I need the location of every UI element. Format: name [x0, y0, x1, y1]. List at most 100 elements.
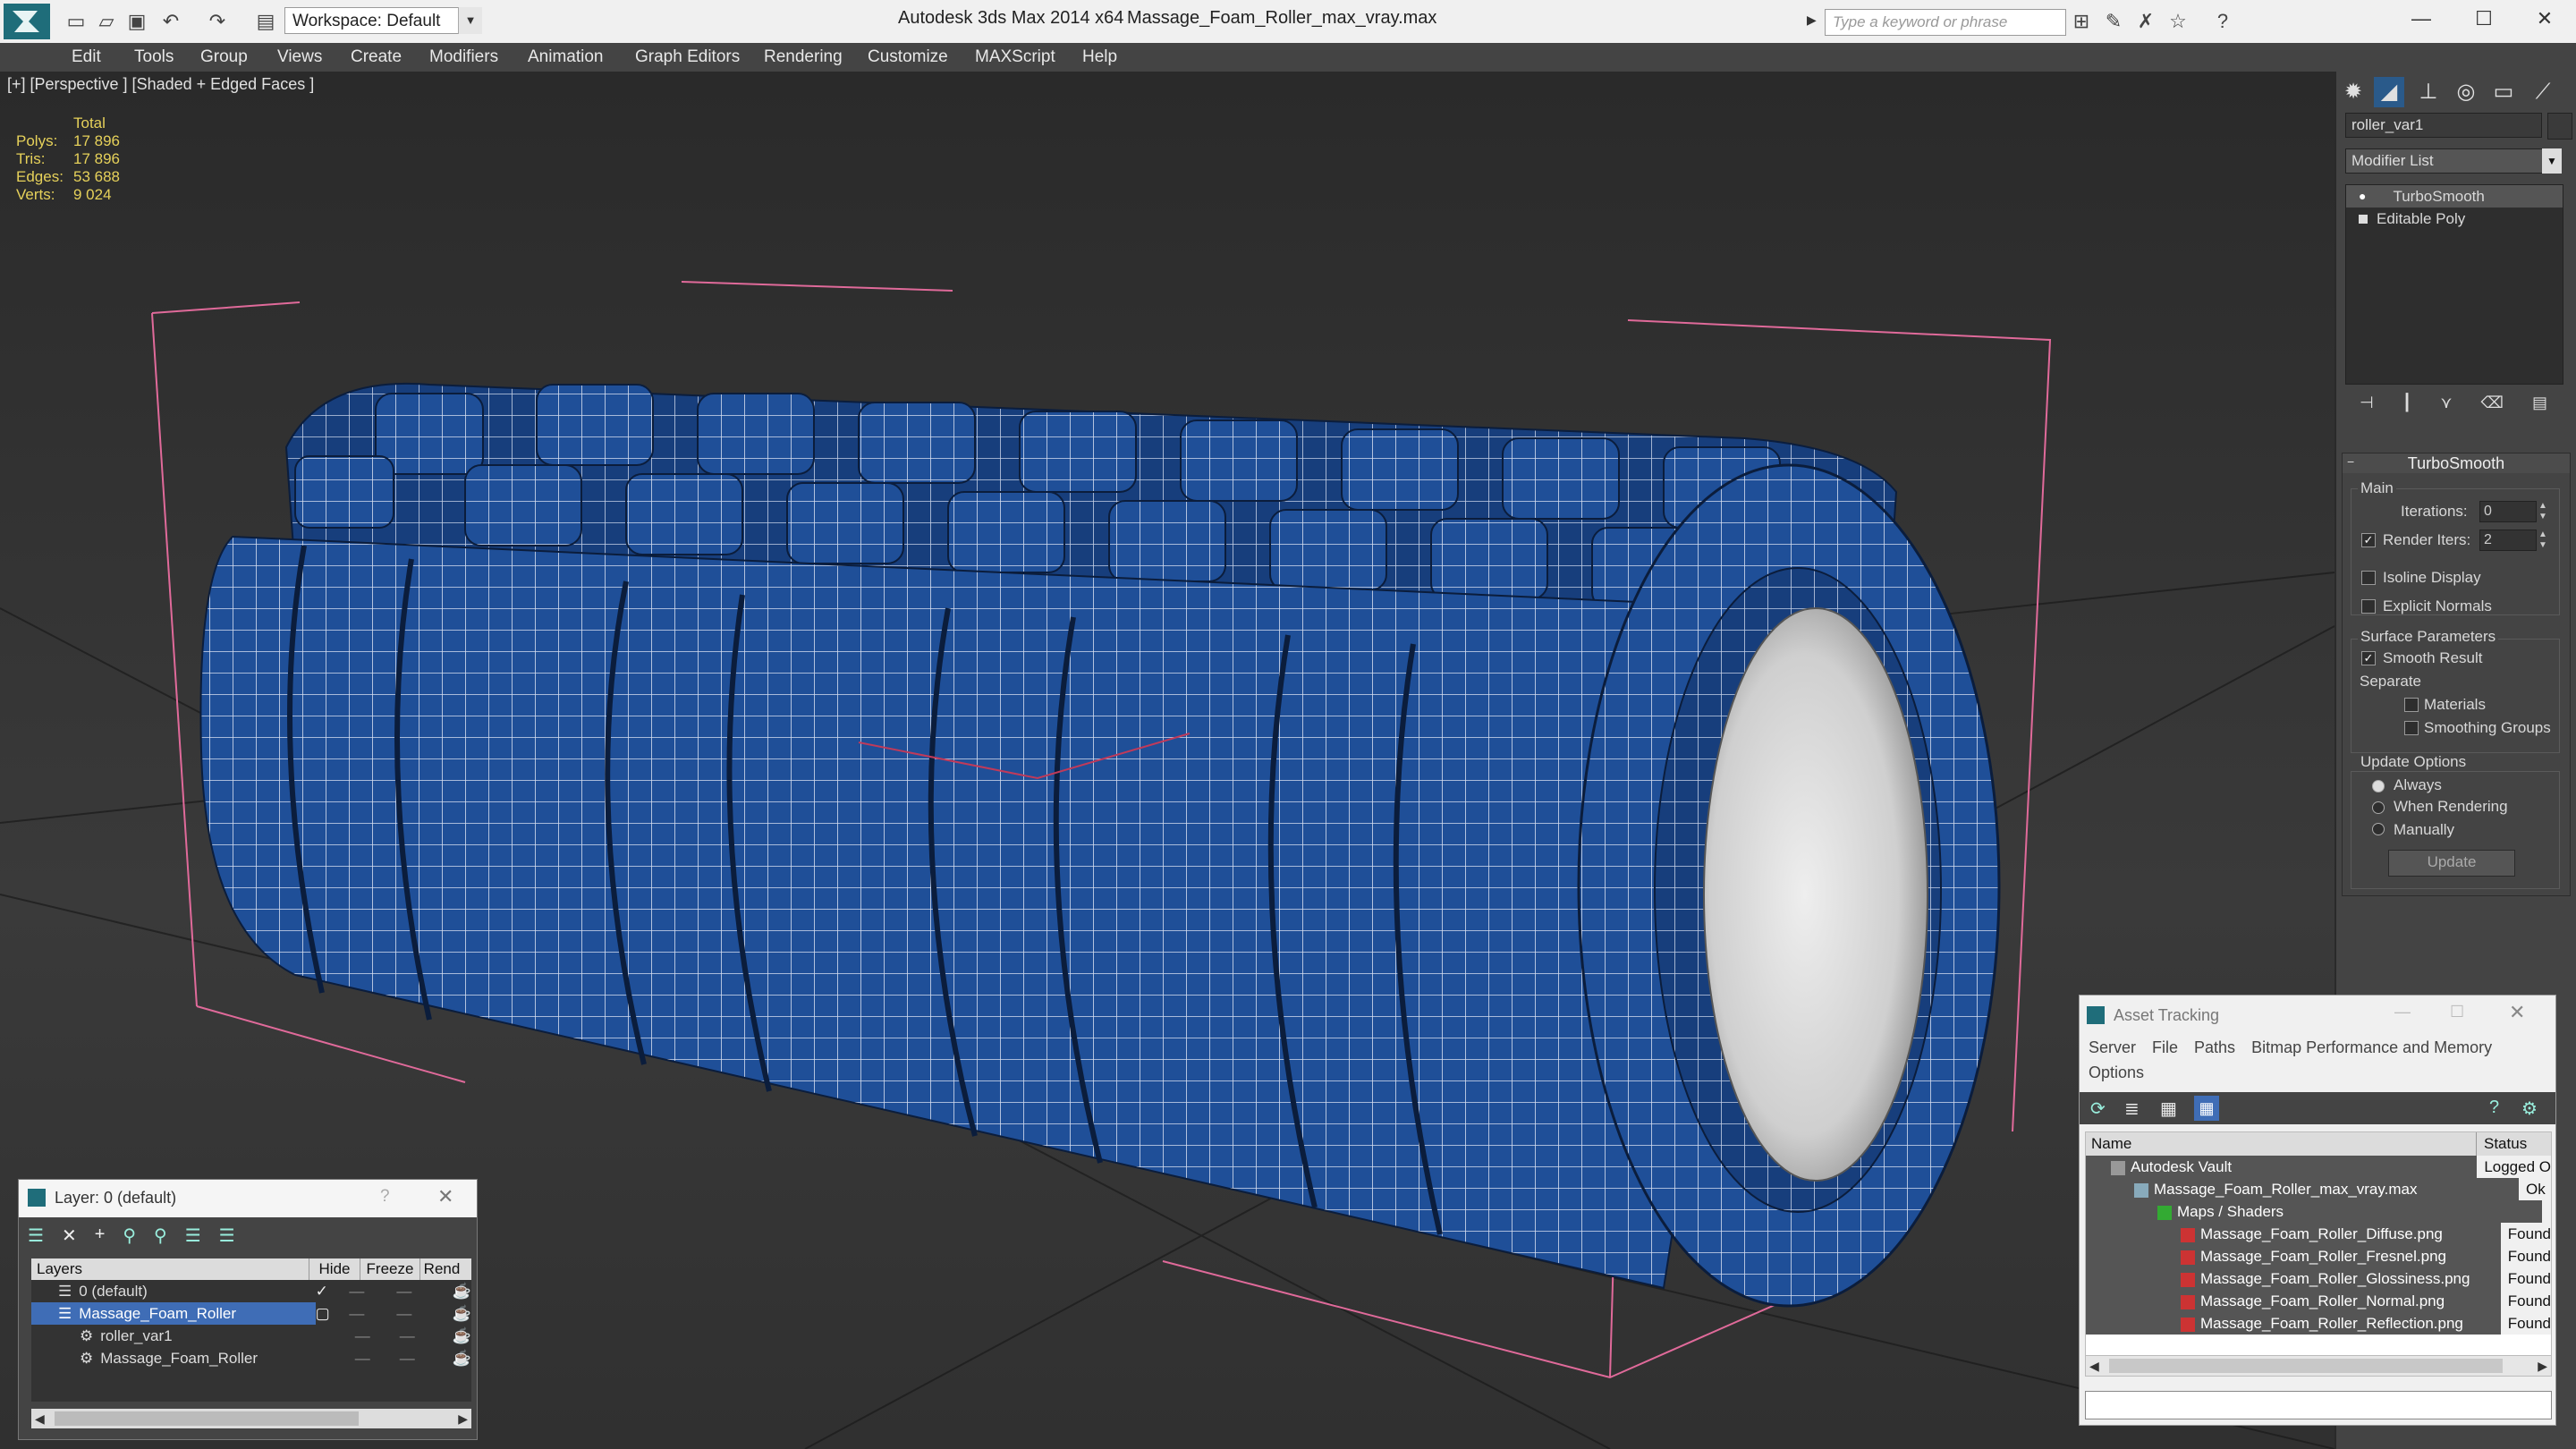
scroll-right-icon[interactable]: ▶ — [2538, 1356, 2547, 1376]
hide-toggle[interactable]: ― — [349, 1302, 396, 1325]
viewport-label[interactable]: [+] [Perspective ] [Shaded + Edged Faces… — [7, 75, 314, 94]
menu-server[interactable]: Server — [2089, 1038, 2136, 1057]
asset-row[interactable]: Autodesk Vault Logged O — [2086, 1156, 2551, 1178]
active-check-icon[interactable]: ✓ — [316, 1280, 350, 1302]
asset-row[interactable]: Massage_Foam_Roller_Diffuse.png Found — [2086, 1223, 2551, 1245]
menu-edit[interactable]: Edit — [72, 43, 101, 72]
render-teapot-icon[interactable]: ☕ — [453, 1325, 471, 1347]
favorites-star-icon[interactable]: ☆ — [2165, 8, 2191, 35]
layer-box-icon[interactable]: ▢ — [316, 1302, 350, 1325]
layer-object-row[interactable]: ⚙ Massage_Foam_Roller ― ― ☕ — [31, 1347, 471, 1369]
menu-modifiers[interactable]: Modifiers — [429, 43, 498, 72]
object-name-field[interactable]: roller_var1 — [2345, 113, 2542, 138]
hide-toggle[interactable]: ― — [355, 1347, 400, 1369]
collapse-icon[interactable]: − — [2347, 454, 2354, 469]
asset-row[interactable]: Massage_Foam_Roller_max_vray.max Ok — [2086, 1178, 2551, 1200]
redo-icon[interactable]: ↷ — [204, 8, 231, 35]
render-teapot-icon[interactable]: ☕ — [453, 1347, 471, 1369]
new-layer-icon[interactable]: ☰ — [28, 1224, 44, 1251]
minimize-icon[interactable]: — — [2390, 0, 2453, 39]
hide-toggle[interactable]: ― — [349, 1280, 396, 1302]
update-button[interactable]: Update — [2388, 850, 2515, 877]
column-header[interactable]: Hide — [309, 1258, 360, 1280]
grid-view-icon[interactable]: ▦ — [2194, 1096, 2219, 1121]
scroll-right-icon[interactable]: ▶ — [458, 1409, 468, 1428]
refresh-icon[interactable]: ⟳ — [2090, 1097, 2106, 1120]
configure-modifier-sets-icon[interactable]: ▤ — [2532, 394, 2547, 419]
hide-all-layers-icon[interactable]: ☰ — [185, 1224, 201, 1251]
freeze-toggle[interactable]: ― — [396, 1280, 452, 1302]
smooth-result-checkbox[interactable]: ✓ — [2361, 651, 2376, 665]
render-iters-checkbox[interactable]: ✓ — [2361, 533, 2376, 547]
menu-maxscript[interactable]: MAXScript — [975, 43, 1055, 72]
menu-graph-editors[interactable]: Graph Editors — [635, 43, 740, 72]
column-header[interactable]: Name — [2086, 1132, 2477, 1156]
menu-animation[interactable]: Animation — [528, 43, 604, 72]
motion-tab-icon[interactable]: ◎ — [2451, 77, 2481, 107]
asset-row[interactable]: Massage_Foam_Roller_Fresnel.png Found — [2086, 1245, 2551, 1267]
modifier-stack[interactable]: ● TurboSmooth Editable Poly — [2345, 184, 2563, 385]
highlight-layer-icon[interactable]: ⚲ — [154, 1224, 167, 1251]
column-header[interactable]: Status — [2477, 1132, 2527, 1156]
explicit-normals-checkbox[interactable] — [2361, 599, 2376, 614]
iterations-spinner[interactable]: 0 — [2479, 501, 2537, 522]
list-view-icon[interactable]: ≣ — [2124, 1097, 2140, 1120]
help-icon[interactable]: ? — [2489, 1097, 2499, 1118]
create-tab-icon[interactable]: ✹ — [2338, 77, 2368, 107]
menu-bitmap-performance[interactable]: Bitmap Performance and Memory — [2251, 1038, 2492, 1057]
asset-row[interactable]: Massage_Foam_Roller_Normal.png Found — [2086, 1290, 2551, 1312]
scroll-thumb[interactable] — [2109, 1359, 2503, 1373]
close-icon[interactable]: ✕ — [2513, 0, 2576, 39]
modify-tab-icon[interactable]: ◢ — [2374, 77, 2404, 107]
layer-object-row[interactable]: ⚙ roller_var1 ― ― ☕ — [31, 1325, 471, 1347]
select-in-layer-icon[interactable]: ⚲ — [123, 1224, 136, 1251]
freeze-toggle[interactable]: ― — [396, 1302, 452, 1325]
open-file-icon[interactable]: ▱ — [93, 8, 120, 35]
scroll-thumb[interactable] — [55, 1411, 359, 1426]
search-input[interactable]: Type a keyword or phrase — [1825, 9, 2066, 36]
show-end-result-icon[interactable]: ┃ — [2402, 394, 2412, 419]
spinner-arrows-icon[interactable]: ▲ ▼ — [2538, 501, 2547, 522]
chevron-down-icon[interactable]: ▼ — [2542, 148, 2562, 174]
column-header[interactable]: Freeze — [360, 1258, 420, 1280]
help-icon[interactable]: ? — [2209, 8, 2236, 35]
foam-roller-mesh[interactable] — [199, 382, 2001, 1308]
chevron-down-icon[interactable]: ▼ — [458, 7, 482, 34]
expand-icon[interactable] — [2359, 214, 2368, 224]
asset-row[interactable]: Massage_Foam_Roller_Reflection.png Found — [2086, 1312, 2551, 1335]
rollout-title[interactable]: TurboSmooth — [2343, 453, 2570, 473]
column-header[interactable]: Layers — [31, 1258, 309, 1280]
render-teapot-icon[interactable]: ☕ — [453, 1280, 471, 1302]
delete-layer-icon[interactable]: ✕ — [62, 1224, 77, 1251]
new-file-icon[interactable]: ▭ — [63, 8, 89, 35]
horizontal-scrollbar[interactable]: ◀ ▶ — [31, 1409, 471, 1428]
remove-modifier-icon[interactable]: ⌫ — [2481, 394, 2504, 419]
render-iters-spinner[interactable]: 2 — [2479, 530, 2537, 551]
column-header[interactable]: Rend — [420, 1258, 463, 1280]
close-icon[interactable]: ✕ — [2509, 1001, 2525, 1024]
close-icon[interactable]: ✕ — [437, 1185, 453, 1208]
pin-stack-icon[interactable]: ⊣ — [2360, 394, 2374, 419]
table-view-icon[interactable]: ▦ — [2160, 1097, 2177, 1120]
manually-radio[interactable] — [2372, 823, 2385, 835]
maximize-icon[interactable]: ☐ — [2450, 1003, 2464, 1021]
workspace-dropdown[interactable]: Workspace: Default — [284, 7, 481, 34]
scroll-left-icon[interactable]: ◀ — [2089, 1356, 2099, 1376]
asset-row[interactable]: Massage_Foam_Roller_Glossiness.png Found — [2086, 1267, 2551, 1290]
menu-rendering[interactable]: Rendering — [764, 43, 843, 72]
freeze-toggle[interactable]: ― — [400, 1347, 453, 1369]
menu-views[interactable]: Views — [277, 43, 322, 72]
when-rendering-radio[interactable] — [2372, 801, 2385, 814]
always-radio[interactable] — [2372, 780, 2385, 792]
layer-row[interactable]: ☰ 0 (default) ✓ ― ― ☕ — [31, 1280, 471, 1302]
scroll-left-icon[interactable]: ◀ — [35, 1409, 45, 1428]
maximize-icon[interactable]: ☐ — [2453, 0, 2515, 39]
utilities-tab-icon[interactable]: ⟋ — [2528, 77, 2558, 107]
layer-row-selected[interactable]: ☰ Massage_Foam_Roller ▢ ― ― ☕ — [31, 1302, 471, 1325]
minimize-icon[interactable]: — — [2394, 1003, 2411, 1021]
settings-icon[interactable]: ⚙ — [2521, 1097, 2538, 1120]
subscription-icon[interactable]: ✎ — [2100, 8, 2127, 35]
menu-help[interactable]: Help — [1082, 43, 1117, 72]
smoothing-groups-checkbox[interactable] — [2404, 721, 2419, 735]
make-unique-icon[interactable]: ⋎ — [2440, 394, 2452, 419]
